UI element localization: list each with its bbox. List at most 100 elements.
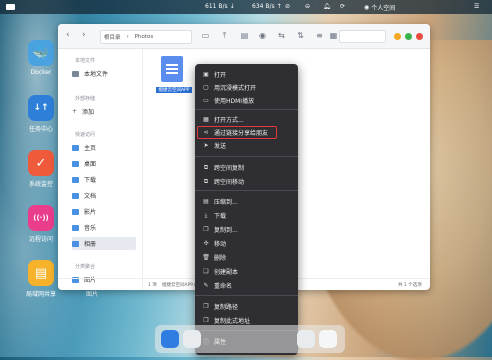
menu-item-move[interactable]: ✣ 移动	[198, 238, 295, 249]
menu-item-rename[interactable]: ✎ 重命名	[198, 280, 295, 291]
sort-icon[interactable]: ⇅	[296, 31, 305, 40]
menu-item-label: 下载	[214, 213, 227, 220]
sidebar-item-documents[interactable]: 文档	[72, 189, 136, 202]
no-entry-icon[interactable]: ⊘	[285, 3, 290, 10]
apk-file-icon[interactable]	[161, 56, 183, 82]
menu-item-label: 使用HDMI播放	[214, 98, 255, 105]
sidebar-item-downloads[interactable]: 下载	[72, 173, 136, 186]
minimize-icon[interactable]: ⊖	[305, 3, 310, 10]
remote-access-icon: ((·))	[28, 205, 54, 231]
menu-item-immersive[interactable]: ▢ 用沉浸模式打开	[198, 82, 295, 93]
folder-icon	[72, 176, 79, 183]
menu-item-copy-to[interactable]: ❐ 复制到...	[198, 224, 295, 235]
desktop-icon-partial[interactable]: 图片	[72, 289, 112, 298]
sidebar-item-label: 下载	[84, 177, 97, 184]
menu-item-open[interactable]: ▣ 打开	[198, 69, 295, 80]
folder-icon	[72, 208, 79, 215]
computer-icon	[72, 70, 79, 77]
menu-item-send[interactable]: ➤ 发送	[198, 140, 295, 151]
folder-icon	[72, 224, 79, 231]
menu-item-label: 删除	[214, 255, 227, 262]
open-icon: ▣	[203, 71, 209, 78]
compress-icon: ▤	[203, 198, 209, 205]
forward-icon[interactable]: ›	[82, 30, 92, 40]
share-icon[interactable]: ⇆	[277, 31, 286, 40]
menu-divider	[195, 295, 298, 296]
lan-share-icon: ▤	[28, 260, 54, 286]
folder-icon	[72, 192, 79, 199]
view-icon[interactable]: ◉	[258, 31, 267, 40]
sidebar-item-add[interactable]: + 添加	[72, 105, 136, 118]
menu-item-label: 压缩到...	[214, 199, 238, 206]
sidebar-item-desktop[interactable]: 桌面	[72, 157, 136, 170]
open-with-icon: ▦	[203, 116, 209, 123]
back-icon[interactable]: ‹	[66, 30, 76, 40]
menu-item-label: 重命名	[214, 283, 233, 290]
sidebar-item-videos[interactable]: 影片	[72, 205, 136, 218]
status-count: 1 项	[148, 283, 157, 288]
monitor-icon: ✓	[28, 150, 54, 176]
menu-item-label: 跨空间复制	[214, 165, 245, 172]
dock-app-icon[interactable]	[297, 330, 315, 348]
menu-item-label: 创建副本	[214, 269, 239, 276]
close-button[interactable]	[416, 33, 423, 40]
user-icon: ◉	[364, 4, 370, 11]
list-view-icon[interactable]: ≡	[315, 31, 324, 40]
desktop-icon-label: 局域网共享	[25, 291, 56, 298]
menu-item-label: 打开方式...	[214, 117, 244, 124]
folder-icon	[72, 240, 79, 247]
minimize-button[interactable]	[394, 33, 401, 40]
sidebar-section-quick: 快速访问	[75, 132, 96, 138]
maximize-button[interactable]	[405, 33, 412, 40]
menu-divider	[195, 156, 298, 157]
dock	[155, 325, 345, 353]
context-menu: ▣ 打开 ▢ 用沉浸模式打开 ▭ 使用HDMI播放 ▦ 打开方式... ⋖ 通过链接分享给…	[195, 64, 298, 355]
menu-item-compress[interactable]: ▤ 压缩到...	[198, 196, 295, 207]
sidebar-item-local[interactable]: 本地文件	[72, 67, 136, 80]
menu-item-download[interactable]: ⤓ 下载	[198, 210, 295, 221]
file-name-label[interactable]: 缀捷云空间APP	[156, 87, 192, 93]
sidebar-item-label: 音乐	[84, 225, 97, 232]
menu-item-share-link[interactable]: ⋖ 通过链接分享给朋友	[197, 126, 277, 139]
cross-move-icon: ⧉	[203, 177, 209, 185]
dock-app-store-icon[interactable]	[161, 330, 179, 348]
search-input[interactable]	[339, 30, 386, 43]
dock-app-icon[interactable]	[183, 330, 201, 348]
menu-item-cross-copy[interactable]: ⧉ 跨空间复制	[198, 162, 295, 173]
menu-item-copy-path[interactable]: ❐ 复制路径	[198, 301, 295, 312]
breadcrumb-photos[interactable]: Photos	[132, 34, 157, 40]
download-speed: 611 B/s ↓	[205, 3, 235, 10]
menu-item-hdmi[interactable]: ▭ 使用HDMI播放	[198, 95, 295, 106]
menu-icon[interactable]: ☰	[474, 3, 479, 10]
copy-address-icon: ❐	[203, 317, 209, 324]
sidebar-item-home[interactable]: 主页	[72, 141, 136, 154]
menu-item-cross-move[interactable]: ⧉ 跨空间移动	[198, 176, 295, 187]
sync-icon[interactable]: ⟳	[340, 3, 345, 10]
duplicate-icon: ❏	[203, 268, 209, 275]
cross-copy-icon: ⧉	[203, 163, 209, 171]
folder-icon[interactable]	[6, 3, 15, 10]
sidebar-item-label: 本地文件	[84, 71, 109, 78]
plus-icon: +	[72, 108, 78, 115]
menu-item-delete[interactable]: 🗑 删除	[198, 252, 295, 263]
menu-item-label: 打开	[214, 72, 227, 79]
menu-item-duplicate[interactable]: ❏ 创建副本	[198, 266, 295, 277]
grid-view-icon[interactable]: ▦	[329, 31, 338, 40]
menu-item-label: 复制路径	[214, 304, 239, 311]
user-menu[interactable]: ◉ 个人空间	[364, 3, 395, 12]
new-folder-icon[interactable]: ▭	[201, 31, 210, 40]
menu-item-label: 通过链接分享给朋友	[214, 130, 269, 137]
sidebar-item-album[interactable]: 相册	[72, 237, 136, 250]
paste-icon[interactable]: ▤	[240, 31, 249, 40]
down-arrow-icon: ↓	[229, 3, 235, 10]
sidebar-item-music[interactable]: 音乐	[72, 221, 136, 234]
dock-file-manager-icon[interactable]	[319, 330, 337, 348]
download-icon: ⤓	[204, 211, 208, 219]
bell-icon[interactable]: 🔔︎	[323, 3, 331, 10]
breadcrumb-root[interactable]: 根目录	[101, 33, 124, 41]
menu-item-label: 跨空间移动	[214, 179, 245, 186]
user-label: 个人空间	[371, 5, 396, 12]
upload-icon[interactable]: ⤒	[220, 31, 229, 40]
menu-item-open-with[interactable]: ▦ 打开方式...	[198, 114, 295, 125]
sidebar-item-label: 影片	[84, 209, 97, 216]
